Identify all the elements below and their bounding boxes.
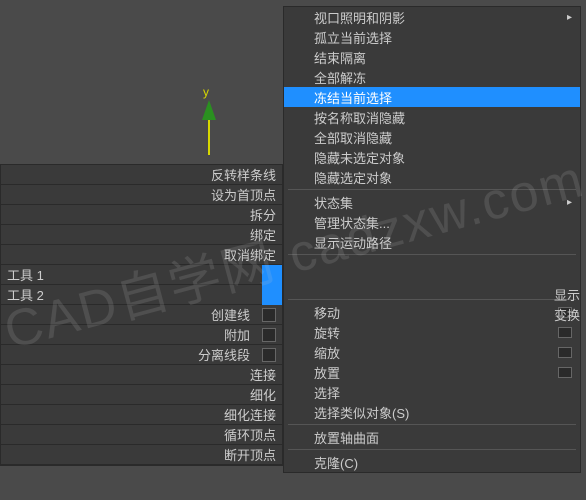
menu-item-hide-selected[interactable]: 隐藏选定对象	[284, 167, 580, 187]
panel-item-make-first-vertex[interactable]: 设为首顶点	[1, 185, 282, 205]
transform-label: 变换	[547, 304, 583, 324]
panel-item-reverse-spline[interactable]: 反转样条线	[1, 165, 282, 185]
menu-item-manage-state-sets[interactable]: 管理状态集...	[284, 212, 580, 232]
menu-item-state-sets[interactable]: 状态集	[284, 192, 580, 212]
menu-item-unfreeze-all[interactable]: 全部解冻	[284, 67, 580, 87]
menu-item-viewport-lighting[interactable]: 视口照明和阴影	[284, 7, 580, 27]
panel-tool-row-2[interactable]: 工具 2	[1, 285, 282, 305]
place-checkbox-icon[interactable]	[558, 367, 572, 378]
panel-item-create-line[interactable]: 创建线	[1, 305, 282, 325]
panel-tool-row-1[interactable]: 工具 1	[1, 265, 282, 285]
menu-item-unhide-by-name[interactable]: 按名称取消隐藏	[284, 107, 580, 127]
menu-spacer-1	[284, 257, 580, 277]
panel-item-attach[interactable]: 附加	[1, 325, 282, 345]
detach-checkbox[interactable]	[262, 348, 276, 362]
menu-separator-5	[288, 449, 576, 450]
menu-separator-1	[288, 189, 576, 190]
panel-item-split[interactable]: 拆分	[1, 205, 282, 225]
display-label: 显示	[547, 284, 583, 304]
panel-item-refine-connect[interactable]: 细化连接	[1, 405, 282, 425]
menu-item-select[interactable]: 选择	[284, 382, 580, 402]
rotate-checkbox-icon[interactable]	[558, 327, 572, 338]
menu-item-place[interactable]: 放置	[284, 362, 580, 382]
menu-separator-4	[288, 424, 576, 425]
panel-item-connect[interactable]: 连接	[1, 365, 282, 385]
menu-item-unhide-all[interactable]: 全部取消隐藏	[284, 127, 580, 147]
left-command-panel: 反转样条线 设为首顶点 拆分 绑定 取消绑定 工具 1 工具 2 创建线 附加 …	[0, 164, 283, 466]
menu-item-hide-unselected[interactable]: 隐藏未选定对象	[284, 147, 580, 167]
panel-item-bind[interactable]: 绑定	[1, 225, 282, 245]
panel-item-detach-segment[interactable]: 分离线段	[1, 345, 282, 365]
scale-checkbox-icon[interactable]	[558, 347, 572, 358]
menu-item-isolate-selection[interactable]: 孤立当前选择	[284, 27, 580, 47]
menu-item-freeze-selection[interactable]: 冻结当前选择	[284, 87, 580, 107]
tool-2-color-swatch[interactable]	[262, 285, 282, 305]
menu-spacer-2	[284, 277, 580, 297]
attach-checkbox[interactable]	[262, 328, 276, 342]
menu-separator-3	[288, 299, 576, 300]
panel-item-cycle-vertex[interactable]: 循环顶点	[1, 425, 282, 445]
panel-item-refine[interactable]: 细化	[1, 385, 282, 405]
menu-item-select-similar[interactable]: 选择类似对象(S)	[284, 402, 580, 422]
menu-item-clone[interactable]: 克隆(C)	[284, 452, 580, 472]
menu-item-place-axis-surface[interactable]: 放置轴曲面	[284, 427, 580, 447]
viewport-axis-gizmo: y	[195, 85, 225, 155]
axis-y-arrow-icon	[199, 100, 219, 155]
axis-y-label: y	[203, 85, 209, 99]
right-label-column: 显示 变换	[547, 284, 583, 324]
menu-item-show-motion-paths[interactable]: 显示运动路径	[284, 232, 580, 252]
menu-item-end-isolate[interactable]: 结束隔离	[284, 47, 580, 67]
menu-separator-2	[288, 254, 576, 255]
context-menu: 视口照明和阴影 孤立当前选择 结束隔离 全部解冻 冻结当前选择 按名称取消隐藏 …	[283, 6, 581, 473]
menu-item-scale[interactable]: 缩放	[284, 342, 580, 362]
panel-item-break-vertex[interactable]: 断开顶点	[1, 445, 282, 465]
menu-item-move[interactable]: 移动	[284, 302, 580, 322]
panel-item-unbind[interactable]: 取消绑定	[1, 245, 282, 265]
tool-1-color-swatch[interactable]	[262, 265, 282, 285]
create-line-checkbox[interactable]	[262, 308, 276, 322]
menu-item-rotate[interactable]: 旋转	[284, 322, 580, 342]
